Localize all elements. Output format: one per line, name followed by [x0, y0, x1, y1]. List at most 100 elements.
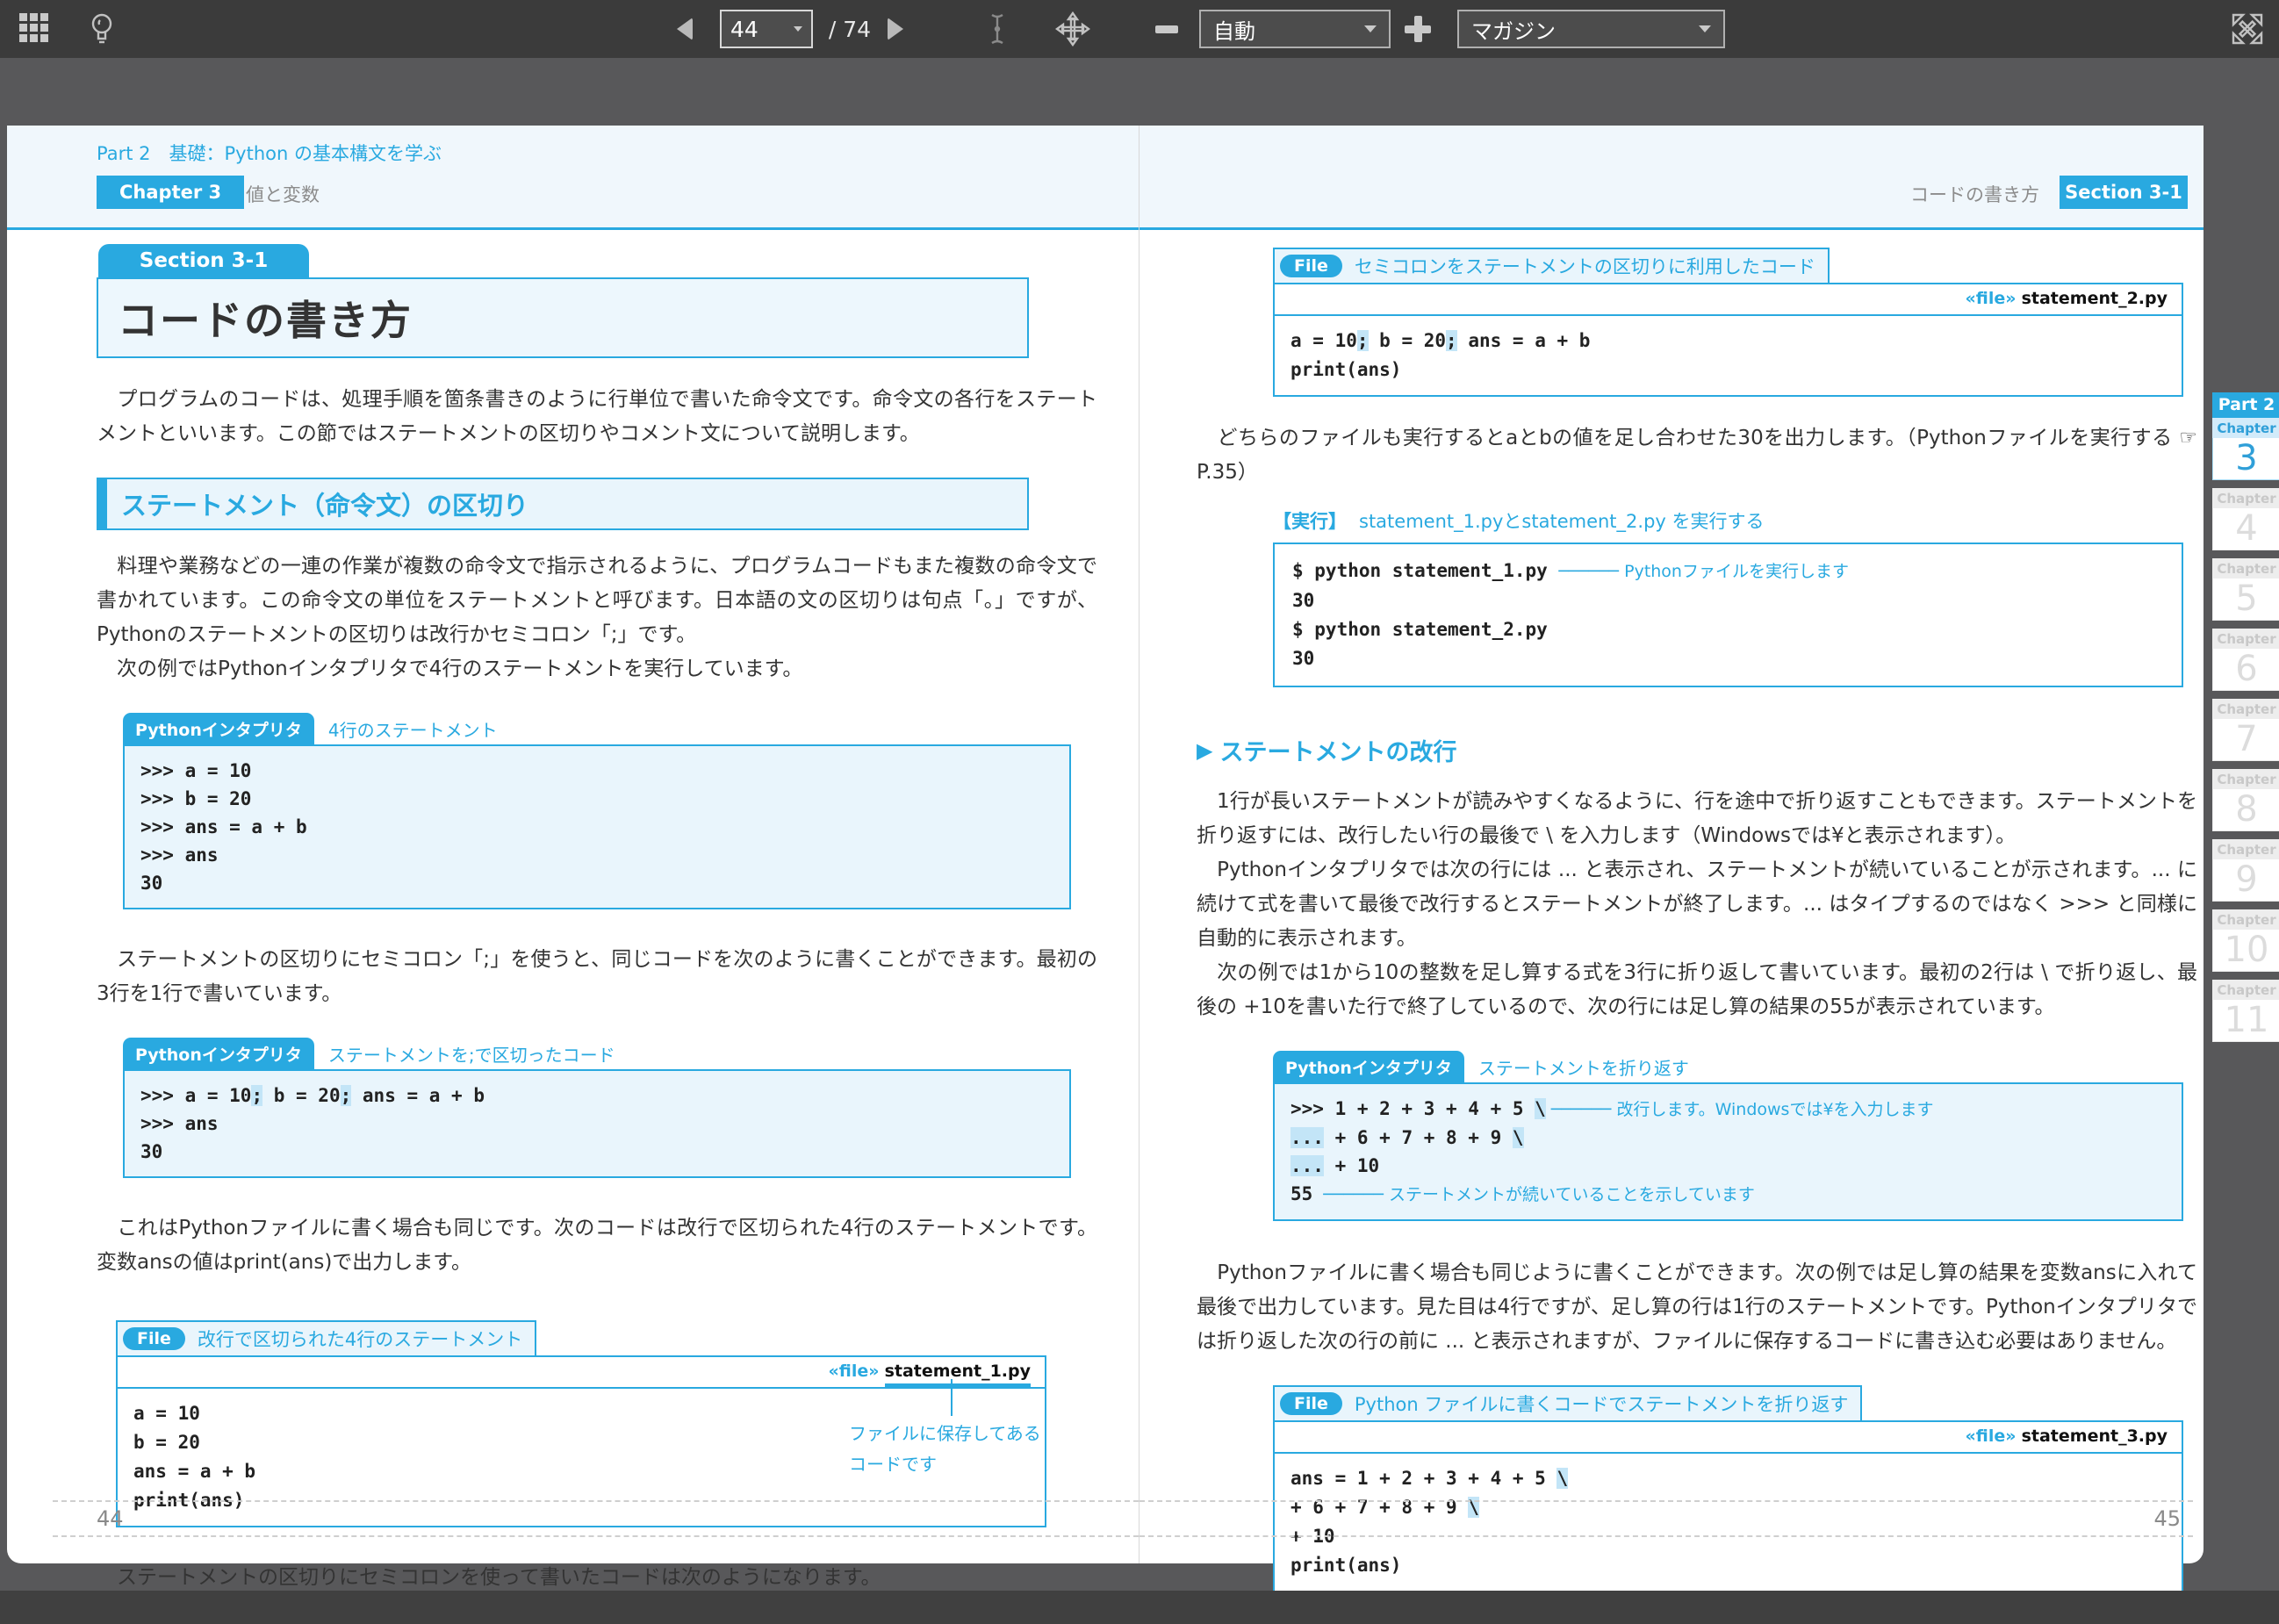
grid-menu-icon[interactable] — [16, 13, 51, 42]
triangle-marker-icon: ▶ — [1197, 738, 1212, 763]
code-line: ... + 10 — [1290, 1152, 2166, 1180]
file-tag: «file» — [1966, 1426, 2017, 1446]
code-line: >>> a = 10; b = 20; ans = a + b — [140, 1081, 1053, 1110]
right-page-content: File セミコロンをステートメントの区切りに利用したコード «file» st… — [1197, 244, 2197, 1592]
pan-tool-icon[interactable] — [1053, 0, 1092, 58]
file-caption: Python ファイルに書くコードでステートメントを折り返す — [1355, 1390, 1848, 1417]
code-line: 30 — [1292, 644, 2164, 673]
zoom-in-button[interactable] — [1403, 0, 1433, 58]
code-line: a = 10; b = 20; ans = a + b — [1290, 327, 2166, 356]
file-caption: セミコロンをステートメントの区切りに利用したコード — [1355, 253, 1815, 279]
code-line: ans = 1 + 2 + 3 + 4 + 5 \ — [1290, 1464, 2166, 1493]
part-tab: Part 2 — [2212, 392, 2279, 418]
filename: statement_1.py — [885, 1362, 1031, 1387]
lightbulb-icon[interactable] — [86, 0, 118, 58]
code-line: print(ans) — [1290, 356, 2166, 384]
code-tab-label: Pythonインタプリタ — [123, 713, 314, 746]
code-body: a = 10; b = 20; ans = a + bprint(ans) — [1275, 316, 2182, 395]
chevron-down-icon — [794, 26, 802, 32]
text-select-tool-icon[interactable] — [981, 0, 1013, 58]
right-header-title: コードの書き方 — [1910, 181, 2039, 207]
chapter-tab-3: Chapter3 — [2212, 418, 2279, 480]
code-caption: ステートメントを折り返す — [1478, 1054, 1689, 1084]
code-tab-label: Pythonインタプリタ — [123, 1038, 314, 1071]
chapter-title: 値と変数 — [246, 181, 320, 207]
viewer-toolbar: 44 / 74 自動 マガジン — [0, 0, 2279, 58]
left-page-content: Section 3-1 コードの書き方 プログラムのコードは、処理手順を箇条書き… — [97, 244, 1097, 1595]
file-pill-badge: File — [1280, 255, 1342, 277]
zoom-out-button[interactable] — [1152, 0, 1182, 58]
section-title-box: コードの書き方 — [97, 277, 1029, 358]
interpreter-code-block-2: Pythonインタプリタ ステートメントを;で区切ったコード >>> a = 1… — [123, 1038, 1071, 1178]
file-code-block-statement1: File 改行で区切られた4行のステートメント «file» statement… — [116, 1320, 1046, 1527]
zoom-level-value: 自動 — [1213, 14, 1255, 45]
paragraph: どちらのファイルも実行するとaとbの値を足し合わせた30を出力します。（Pyth… — [1197, 421, 2197, 490]
chapter-tab-5: Chapter5 — [2212, 558, 2279, 621]
zoom-level-select[interactable]: 自動 — [1199, 10, 1391, 48]
code-line: >>> ans — [140, 1110, 1053, 1138]
code-line: print(ans) — [1290, 1551, 2166, 1580]
code-tab-label: Pythonインタプリタ — [1273, 1051, 1464, 1084]
terminal-output-box: $ python statement_1.py ────── Pythonファイ… — [1273, 543, 2183, 687]
code-line: >>> a = 10 — [140, 757, 1053, 785]
left-page-footer: 44 — [53, 1500, 1139, 1537]
next-page-button[interactable] — [882, 0, 909, 58]
chapter-tab-8: Chapter8 — [2212, 769, 2279, 831]
chapter-tab-11: Chapter11 — [2212, 980, 2279, 1042]
code-caption: 4行のステートメント — [328, 716, 498, 746]
bottom-status-bar — [0, 1591, 2279, 1624]
filename: statement_3.py — [2022, 1426, 2168, 1446]
file-code-block-statement3: File Python ファイルに書くコードでステートメントを折り返す «fil… — [1197, 1385, 2197, 1592]
chapter-tab-4: Chapter4 — [2212, 488, 2279, 550]
file-caption: 改行で区切られた4行のステートメント — [198, 1326, 522, 1352]
chevron-down-icon — [1364, 25, 1377, 32]
paragraph: ステートメントの区切りにセミコロン「;」を使うと、同じコードを次のように書くこと… — [97, 943, 1097, 1011]
filename: statement_2.py — [2022, 289, 2168, 308]
file-code-block-statement2: File セミコロンをステートメントの区切りに利用したコード «file» st… — [1197, 248, 2197, 397]
code-line: >>> b = 20 — [140, 785, 1053, 813]
section-tab: Section 3-1 — [98, 244, 309, 277]
page-number: 45 — [2153, 1506, 2181, 1531]
code-caption: ステートメントを;で区切ったコード — [328, 1041, 615, 1071]
section-badge: Section 3-1 — [2060, 176, 2188, 209]
chapter-tab-rail: Part 2 Chapter3Chapter4Chapter5Chapter6C… — [2212, 392, 2279, 1050]
file-pill-badge: File — [123, 1327, 185, 1350]
code-line: >>> 1 + 2 + 3 + 4 + 5 \ ────── 改行します。Win… — [1290, 1095, 2166, 1124]
heading-statement-wrap: ▶ ステートメントの改行 — [1197, 733, 2197, 767]
code-body: >>> a = 10; b = 20; ans = a + b>>> ans30 — [123, 1069, 1071, 1178]
code-line: 30 — [1292, 586, 2164, 615]
chapter-tab-9: Chapter9 — [2212, 839, 2279, 902]
fullscreen-icon[interactable] — [2228, 0, 2267, 58]
chapter-badge: Chapter 3 — [97, 176, 244, 209]
file-callout-note: ファイルに保存してある コードです — [849, 1419, 1068, 1480]
page-title: コードの書き方 — [118, 289, 413, 347]
code-line: ... + 6 + 7 + 8 + 9 \ — [1290, 1124, 2166, 1152]
page-spread: Part 2 基礎：Python の基本構文を学ぶ Chapter 3 値と変数… — [7, 126, 2204, 1563]
page-total-label: / 74 — [823, 0, 876, 58]
code-line: >>> ans — [140, 841, 1053, 869]
exec-run-label: 【実行】statement_1.pyとstatement_2.py を実行する — [1273, 507, 2197, 534]
interpreter-code-block-wrap: Pythonインタプリタ ステートメントを折り返す >>> 1 + 2 + 3 … — [1273, 1051, 2183, 1221]
code-line: >>> ans = a + b — [140, 813, 1053, 841]
code-line: 30 — [140, 1138, 1053, 1166]
paragraph: 次の例ではPythonインタプリタで4行のステートメントを実行しています。 — [97, 652, 1097, 686]
code-body: >>> 1 + 2 + 3 + 4 + 5 \ ────── 改行します。Win… — [1273, 1082, 2183, 1221]
view-mode-value: マガジン — [1471, 14, 1556, 45]
page-number-value: 44 — [730, 17, 758, 42]
file-tag: «file» — [829, 1362, 880, 1381]
paragraph: Pythonインタプリタでは次の行には ... と表示され、ステートメントが続い… — [1197, 853, 2197, 956]
paragraph: 次の例では1から10の整数を足し算する式を3行に折り返して書いています。最初の2… — [1197, 956, 2197, 1024]
paragraph: 1行が長いステートメントが読みやすくなるように、行を途中で折り返すこともできます… — [1197, 785, 2197, 853]
chapter-tab-7: Chapter7 — [2212, 699, 2279, 761]
code-line: 30 — [140, 869, 1053, 897]
chapter-tab-10: Chapter10 — [2212, 909, 2279, 972]
heading-statement-delimiter: ステートメント（命令文）の区切り — [97, 478, 1029, 530]
file-pill-badge: File — [1280, 1392, 1342, 1415]
view-mode-select[interactable]: マガジン — [1457, 10, 1725, 48]
file-tag: «file» — [1966, 289, 2017, 308]
part-breadcrumb: Part 2 基礎：Python の基本構文を学ぶ — [97, 140, 442, 166]
prev-page-button[interactable] — [672, 0, 698, 58]
code-line: $ python statement_1.py ────── Pythonファイ… — [1292, 557, 2164, 586]
page-number-input[interactable]: 44 — [720, 10, 813, 48]
paragraph: Pythonファイルに書く場合も同じように書くことができます。次の例では足し算の… — [1197, 1256, 2197, 1359]
